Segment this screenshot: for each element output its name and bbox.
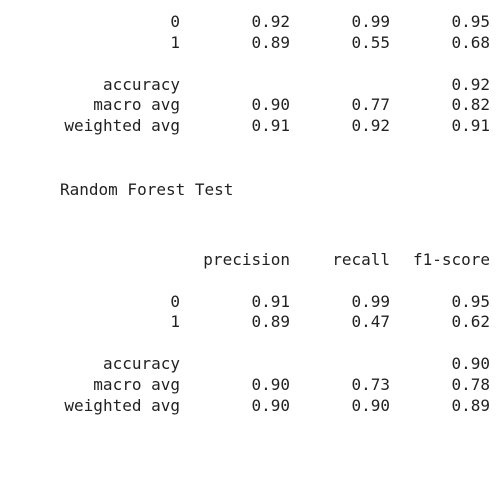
f1-value: 0.95 — [451, 292, 490, 311]
precision-value: 0.89 — [251, 33, 290, 52]
f1-header: f1-score — [412, 250, 490, 269]
row-label: weighted avg — [64, 116, 180, 135]
precision-value: 0.90 — [251, 375, 290, 394]
precision-header: precision — [203, 250, 290, 269]
f1-value: 0.90 — [451, 354, 490, 373]
f1-value: 0.91 — [451, 116, 490, 135]
f1-value: 0.95 — [451, 12, 490, 31]
section-title: Random Forest Test — [60, 180, 234, 199]
precision-value: 0.90 — [251, 396, 290, 415]
row-label: 1 — [170, 33, 180, 52]
recall-value: 0.99 — [351, 292, 390, 311]
recall-value: 0.92 — [351, 116, 390, 135]
recall-value: 0.99 — [351, 12, 390, 31]
row-label: 0 — [170, 292, 180, 311]
precision-value: 0.92 — [251, 12, 290, 31]
row-label: accuracy — [102, 354, 180, 373]
f1-value: 0.82 — [451, 95, 490, 114]
row-label: weighted avg — [64, 396, 180, 415]
row-label: accuracy — [102, 75, 180, 94]
f1-value: 0.62 — [451, 312, 490, 331]
row-label: macro avg — [93, 95, 180, 114]
precision-value: 0.89 — [251, 312, 290, 331]
f1-value: 0.68 — [451, 33, 490, 52]
row-label: 1 — [170, 312, 180, 331]
recall-value: 0.55 — [351, 33, 390, 52]
f1-value: 0.78 — [451, 375, 490, 394]
recall-value: 0.47 — [351, 312, 390, 331]
f1-value: 0.92 — [451, 75, 490, 94]
row-label: 0 — [170, 12, 180, 31]
precision-value: 0.91 — [251, 116, 290, 135]
row-label: macro avg — [93, 375, 180, 394]
recall-header: recall — [332, 250, 390, 269]
recall-value: 0.73 — [351, 375, 390, 394]
recall-value: 0.90 — [351, 396, 390, 415]
f1-value: 0.89 — [451, 396, 490, 415]
precision-value: 0.90 — [251, 95, 290, 114]
precision-value: 0.91 — [251, 292, 290, 311]
recall-value: 0.77 — [351, 95, 390, 114]
